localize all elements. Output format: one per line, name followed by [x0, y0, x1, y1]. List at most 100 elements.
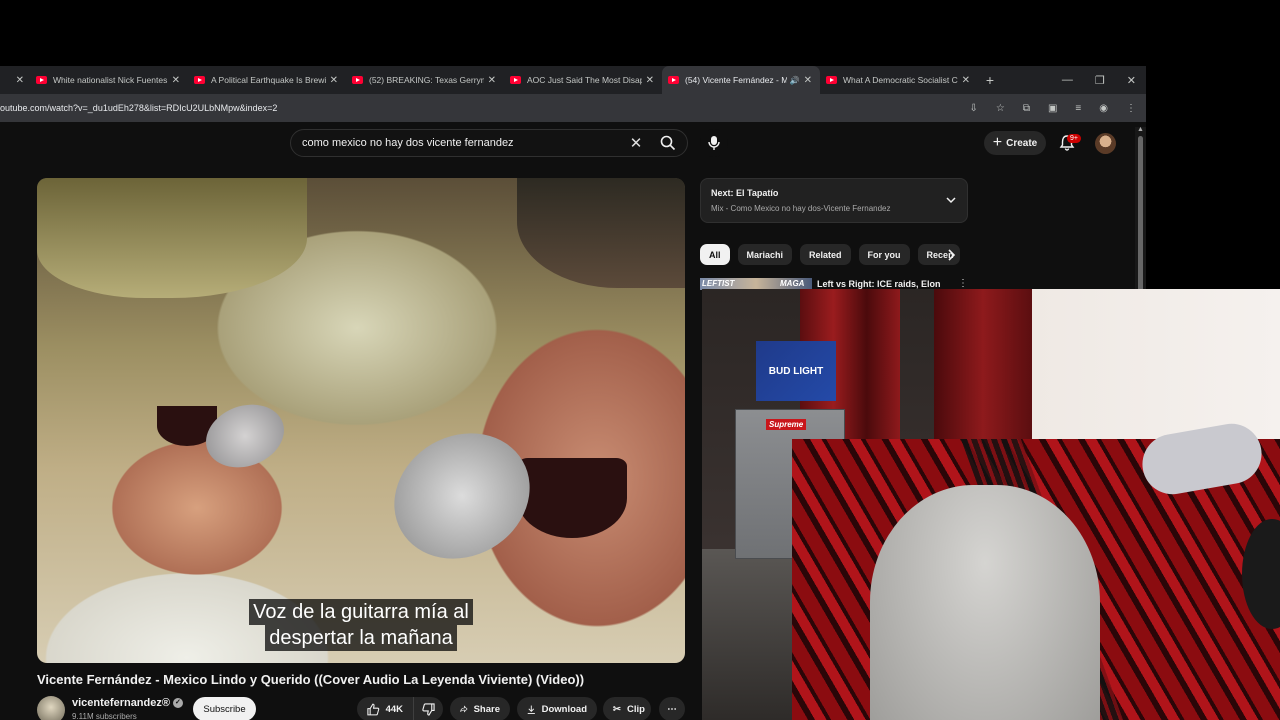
close-icon[interactable]: ✕ — [172, 75, 180, 86]
video-captions: Voz de la guitarra mía al despertar la m… — [37, 599, 685, 651]
tab-5-active[interactable]: (54) Vicente Fernández - M 🔊 ✕ — [662, 66, 820, 94]
chip-for-you[interactable]: For you — [858, 244, 910, 265]
restore-icon[interactable]: ❐ — [1095, 74, 1105, 87]
like-button[interactable]: 44K — [357, 697, 413, 720]
download-label: Download — [541, 703, 587, 715]
close-icon[interactable]: ✕ — [962, 75, 970, 86]
window-controls: — ❐ ✕ — [1062, 66, 1136, 94]
subscriber-count: 9.11M subscribers — [72, 712, 137, 720]
youtube-icon — [510, 76, 521, 84]
playlist-panel[interactable]: Next: El Tapatío Mix - Como Mexico no ha… — [700, 178, 968, 223]
download-icon — [527, 705, 535, 714]
tab-title: (52) BREAKING: Texas Gerryman — [369, 75, 484, 85]
scissors-icon: ✂ — [613, 703, 621, 715]
tab-1[interactable]: White nationalist Nick Fuentes ✕ — [30, 66, 188, 94]
address-bar[interactable]: outube.com/watch?v=_du1udEh278&list=RDIc… — [0, 94, 1146, 122]
screen: ✕ White nationalist Nick Fuentes ✕ A Poli… — [0, 0, 1280, 720]
search-box[interactable]: como mexico no hay dos vicente fernandez… — [290, 129, 688, 157]
verified-icon: ✓ — [172, 698, 183, 709]
thumbnail-text-left: LEFTIST — [702, 279, 735, 288]
channel-name-row[interactable]: vicentefernandez® ✓ — [72, 697, 183, 709]
tab-3[interactable]: (52) BREAKING: Texas Gerryman ✕ — [346, 66, 504, 94]
channel-name[interactable]: vicentefernandez® — [72, 697, 170, 709]
clear-search-icon[interactable]: ✕ — [623, 134, 649, 152]
clip-label: Clip — [626, 703, 645, 715]
tab-title: White nationalist Nick Fuentes — [53, 75, 168, 85]
close-icon[interactable]: ✕ — [330, 75, 338, 86]
more-actions-button[interactable]: ⋯ — [659, 697, 685, 720]
bookmark-star-icon[interactable]: ☆ — [996, 103, 1005, 114]
tab-title: A Political Earthquake Is Brewin — [211, 75, 326, 85]
close-icon[interactable]: ✕ — [804, 75, 812, 86]
caption-line-2: despertar la mañana — [265, 625, 457, 651]
video-frame-hair — [517, 178, 685, 288]
menu-kebab-icon[interactable]: ⋮ — [1126, 103, 1136, 114]
like-count: 44K — [385, 703, 403, 715]
minimize-icon[interactable]: — — [1062, 74, 1073, 86]
url-text[interactable]: outube.com/watch?v=_du1udEh278&list=RDIc… — [0, 103, 969, 113]
split-view-icon[interactable]: ▣ — [1048, 103, 1057, 114]
scroll-up-icon[interactable]: ▲ — [1137, 126, 1144, 133]
chip-all[interactable]: All — [700, 244, 730, 265]
chip-related[interactable]: Related — [800, 244, 851, 265]
youtube-icon — [36, 76, 47, 84]
caption-line-1: Voz de la guitarra mía al — [249, 599, 473, 625]
webcam-box: BUD LIGHT — [756, 341, 836, 401]
video-frame-hat — [37, 178, 307, 298]
webcam-overlay: BUD LIGHT Supreme — [702, 289, 1280, 720]
search-icon — [660, 135, 676, 151]
account-avatar[interactable] — [1095, 133, 1116, 154]
youtube-icon — [668, 76, 679, 84]
more-vertical-icon[interactable]: ⋮ — [958, 278, 968, 289]
video-frame-shape — [517, 458, 627, 538]
webcam-curtain — [934, 289, 1032, 459]
more-horizontal-icon: ⋯ — [667, 703, 677, 715]
share-button[interactable]: Share — [450, 697, 510, 720]
filter-chips: All Mariachi Related For you Recen — [700, 244, 960, 266]
create-button[interactable]: + Create — [984, 131, 1046, 155]
tab-6[interactable]: What A Democratic Socialist Co ✕ — [820, 66, 978, 94]
subscribe-button[interactable]: Subscribe — [193, 697, 256, 720]
tab-title: What A Democratic Socialist Co — [843, 75, 958, 85]
download-button[interactable]: Download — [517, 697, 597, 720]
search-input[interactable]: como mexico no hay dos vicente fernandez — [302, 137, 623, 149]
close-icon[interactable]: ✕ — [488, 75, 496, 86]
browser-tab-bar: ✕ White nationalist Nick Fuentes ✕ A Poli… — [0, 66, 1146, 94]
close-icon[interactable]: ✕ — [646, 75, 654, 86]
recommended-title[interactable]: Left vs Right: ICE raids, Elon — [817, 279, 941, 289]
search-button[interactable] — [649, 130, 687, 156]
profile-icon[interactable]: ◉ — [1099, 103, 1108, 114]
install-icon[interactable]: ⇩ — [969, 103, 977, 114]
share-label: Share — [473, 703, 500, 715]
create-label: Create — [1006, 137, 1038, 149]
webcam-person-towel — [870, 485, 1100, 720]
thumbs-up-icon — [367, 703, 380, 715]
video-player[interactable]: Voz de la guitarra mía al despertar la m… — [37, 178, 685, 663]
youtube-icon — [194, 76, 205, 84]
notifications-badge: 9+ — [1067, 134, 1081, 143]
up-next-label: Next: El Tapatío — [711, 188, 779, 198]
voice-search-button[interactable] — [700, 129, 728, 157]
tab-title: (54) Vicente Fernández - M — [685, 75, 787, 85]
channel-avatar[interactable] — [37, 696, 65, 720]
video-title: Vicente Fernández - Mexico Lindo y Queri… — [37, 672, 585, 687]
dislike-button[interactable] — [413, 697, 443, 720]
address-bar-icons: ⇩ ☆ ⧉ ▣ ≡ ◉ ⋮ — [969, 103, 1146, 114]
extensions-icon[interactable]: ⧉ — [1023, 103, 1030, 114]
microphone-icon — [708, 136, 720, 150]
thumbs-down-icon — [422, 702, 435, 716]
clip-button[interactable]: ✂ Clip — [603, 697, 651, 720]
tab-partial[interactable]: ✕ — [0, 66, 30, 94]
media-control-icon[interactable]: ≡ — [1075, 103, 1081, 114]
webcam-sticker: Supreme — [766, 419, 807, 430]
tab-2[interactable]: A Political Earthquake Is Brewin ✕ — [188, 66, 346, 94]
chevron-down-icon[interactable] — [945, 194, 957, 206]
chip-mariachi[interactable]: Mariachi — [737, 244, 793, 265]
new-tab-icon[interactable]: + — [978, 72, 1002, 88]
chevron-right-icon[interactable] — [945, 248, 957, 262]
close-window-icon[interactable]: ✕ — [1127, 74, 1136, 87]
plus-icon: + — [992, 134, 1003, 151]
tab-4[interactable]: AOC Just Said The Most Disapp ✕ — [504, 66, 662, 94]
speaker-icon[interactable]: 🔊 — [790, 76, 800, 85]
close-icon[interactable]: ✕ — [16, 75, 24, 86]
